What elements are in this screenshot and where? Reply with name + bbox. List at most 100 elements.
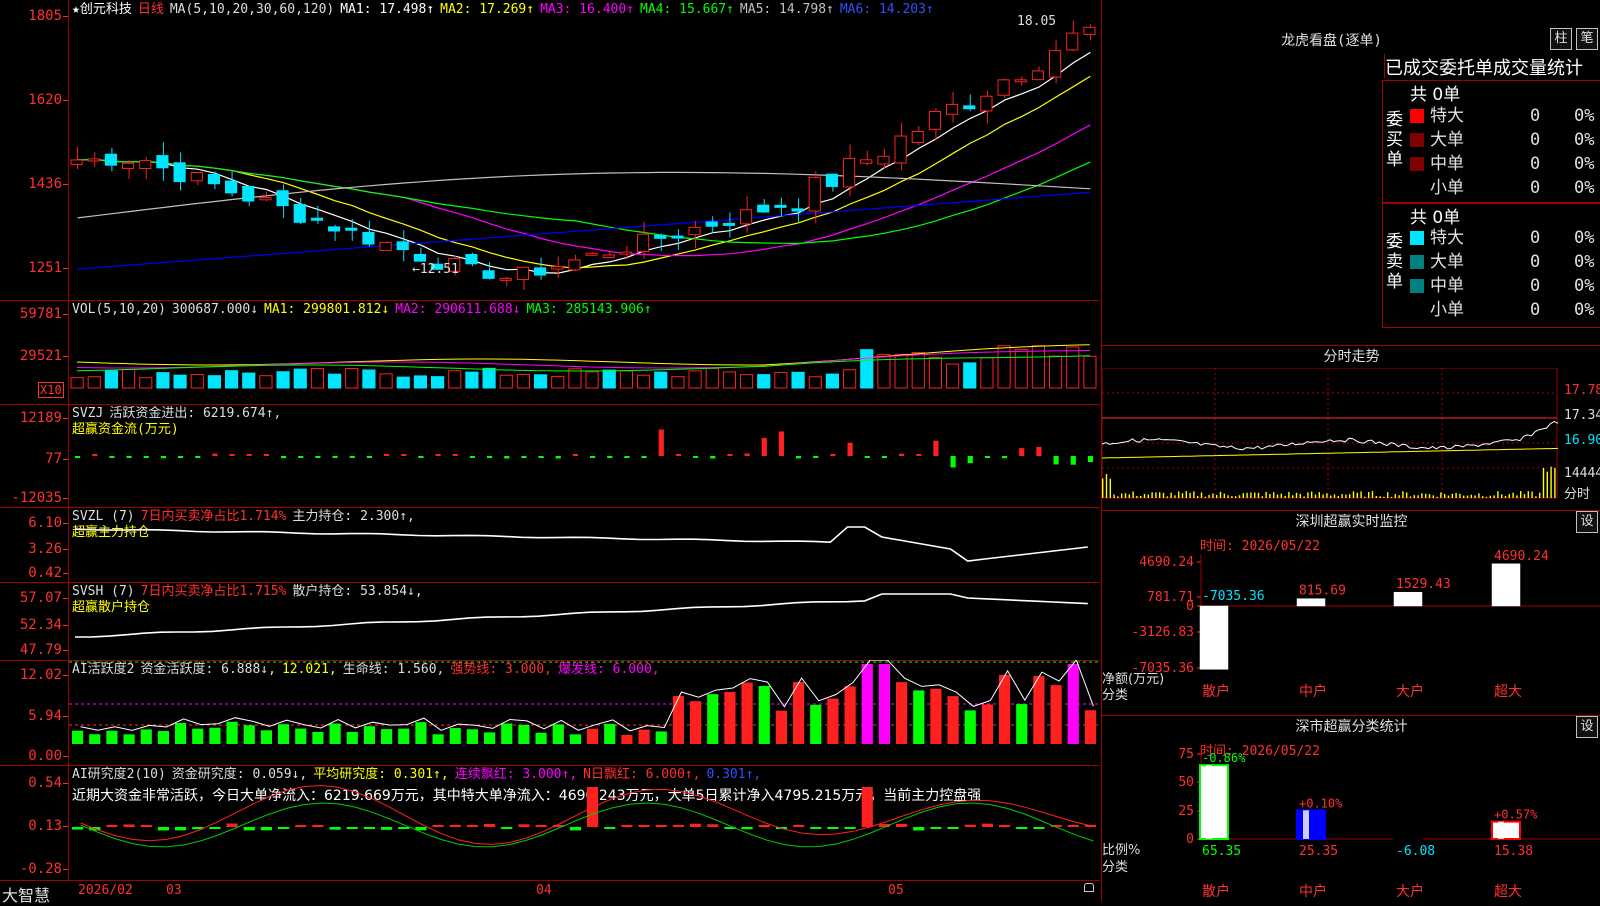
flow-bar <box>229 454 235 456</box>
kline-chart[interactable] <box>69 0 1099 300</box>
row-value: 0 <box>1530 178 1541 198</box>
research-bar <box>363 827 375 829</box>
date-label: 03 <box>166 883 182 898</box>
flow-bar <box>864 456 870 458</box>
intraday-vol-bar <box>1204 496 1206 498</box>
lhb-tabs[interactable]: 已成交委托单成交量统计 <box>1384 54 1583 79</box>
volume-bar <box>740 374 754 389</box>
ai-research-panel[interactable]: 0.54 0.13 -0.28 AI研究度2(10) 资金研究度: 0.059↓,… <box>0 765 1100 880</box>
volume-bar <box>104 370 118 389</box>
research-bar <box>243 827 255 831</box>
y-tick: 1805 <box>28 8 68 24</box>
category-bar <box>1393 838 1423 841</box>
y-tick: 1251 <box>28 260 68 276</box>
volume-bar <box>516 373 531 389</box>
color-swatch <box>1410 303 1424 317</box>
sell-rows: 特大 0 0% 大单 0 0% 中单 0 0% 小单 0 0% <box>1410 226 1600 324</box>
intraday-vol-bar <box>1254 492 1256 498</box>
volume-bar <box>757 374 771 389</box>
avg-line <box>1102 447 1559 459</box>
intraday-vol-bar <box>1482 496 1484 498</box>
intraday-vol-bar <box>1159 492 1161 498</box>
intraday-vol-bar <box>1364 496 1366 498</box>
research-bar <box>690 823 702 827</box>
intraday-vol-bar <box>1242 493 1244 498</box>
activity-bar <box>604 723 616 744</box>
volume-chart[interactable] <box>69 300 1099 404</box>
monitor-panel[interactable]: 深圳超赢实时监控 设 时间: 2026/05/22 4690.24 781.71 0… <box>1101 510 1600 716</box>
svsh-chart[interactable] <box>69 582 1099 660</box>
svsh-panel[interactable]: 57.07 52.34 47.79 SVSH (7) 7日内买卖净占比1.715%… <box>0 582 1100 661</box>
date-label: 04 <box>536 883 552 898</box>
svzl-chart[interactable] <box>69 507 1099 582</box>
tick-mode-button[interactable]: 笔 <box>1576 28 1598 50</box>
intraday-vol-bar <box>1478 493 1480 498</box>
y-tick: 5.94 <box>28 708 68 724</box>
buy-label: 委买单 <box>1386 110 1403 170</box>
research-bar <box>484 823 496 827</box>
intraday-vol-bar <box>1147 494 1149 498</box>
bar-mode-button[interactable]: 柱 <box>1550 28 1572 50</box>
y-tick: 6.10 <box>28 515 68 531</box>
intraday-panel[interactable]: 分时走势 17.78 17.34 16.90 14444 分时 <box>1101 345 1600 511</box>
lock-icon[interactable] <box>1084 883 1094 892</box>
lhb-row: 大单 0 0% <box>1410 128 1600 152</box>
candle-body <box>843 157 856 188</box>
svzl-panel[interactable]: 6.10 3.26 0.42 SVZL (7) 7日内买卖净占比1.714% 主力持… <box>0 507 1100 583</box>
flow-bar <box>830 454 836 456</box>
candle-body <box>139 160 152 170</box>
volume-bar <box>431 376 445 389</box>
category-label: 超大 <box>1494 684 1522 700</box>
intraday-volume: 14444 <box>1564 466 1600 481</box>
svzj-panel[interactable]: 12189 77 -12035 SVZJ 活跃资金进出: 6219.674↑, 超… <box>0 404 1100 508</box>
lhb-row: 特大 0 0% <box>1410 226 1600 250</box>
intraday-vol-bar <box>1326 493 1328 498</box>
intraday-vol-bar <box>1269 493 1271 498</box>
flow-bar <box>641 456 647 458</box>
candle-body <box>465 254 478 265</box>
activity-bar <box>861 664 873 744</box>
category-bar <box>1296 598 1326 607</box>
intraday-vol-bar <box>1383 496 1385 498</box>
candle-body <box>928 111 941 130</box>
volume-bar <box>671 376 685 389</box>
candle-body <box>190 172 203 182</box>
activity-bar <box>896 682 908 744</box>
svzj-chart[interactable] <box>69 404 1099 507</box>
color-swatch <box>1410 255 1424 269</box>
ai-research-chart[interactable] <box>69 765 1099 880</box>
flow-bar <box>504 456 510 459</box>
intraday-vol-bar <box>1337 495 1339 498</box>
intraday-vol-bar <box>1155 492 1157 498</box>
flow-bar <box>693 456 699 458</box>
volume-bar <box>190 374 204 389</box>
kline-y-axis: 1805 1620 1436 1251 <box>0 0 69 300</box>
ma-line <box>77 191 1091 270</box>
research-bar <box>432 825 444 827</box>
research-bar <box>672 825 684 827</box>
ai-research-y-axis: 0.54 0.13 -0.28 <box>0 765 69 880</box>
color-swatch <box>1410 133 1424 147</box>
color-swatch <box>1410 109 1424 123</box>
value-label: 25.35 <box>1299 844 1338 859</box>
volume-panel[interactable]: 59781 29521 X10 VOL(5,10,20) 300687.000↓ M… <box>0 300 1100 405</box>
intraday-vol-bar <box>1174 495 1176 498</box>
intraday-vol-bar <box>1208 494 1210 498</box>
kline-panel[interactable]: 1805 1620 1436 1251 ★创元科技 日线 MA(5,10,20,30… <box>0 0 1100 301</box>
flow-bar <box>1019 448 1025 456</box>
classify-panel[interactable]: 深市超赢分类统计 设 时间: 2026/05/22 75 50 25 0 -0.86% 6… <box>1101 715 1600 901</box>
intraday-vol-bar <box>1432 495 1434 498</box>
candle-body <box>551 266 564 270</box>
bar-highlight <box>1206 765 1212 839</box>
research-bar <box>827 827 839 829</box>
intraday-vol-bar <box>1394 494 1396 498</box>
research-bar <box>278 827 290 829</box>
activity-bar <box>140 729 152 744</box>
volume-bar <box>774 371 788 389</box>
ai-activity-panel[interactable]: 12.02 5.94 0.00 AI活跃度2 资金活跃度: 6.888↓, 12.0… <box>0 660 1100 766</box>
volume-bar <box>70 377 84 389</box>
intraday-chart[interactable] <box>1102 368 1600 511</box>
candle-body <box>413 253 427 262</box>
ai-activity-chart[interactable] <box>69 660 1099 765</box>
candle-body <box>276 190 289 207</box>
